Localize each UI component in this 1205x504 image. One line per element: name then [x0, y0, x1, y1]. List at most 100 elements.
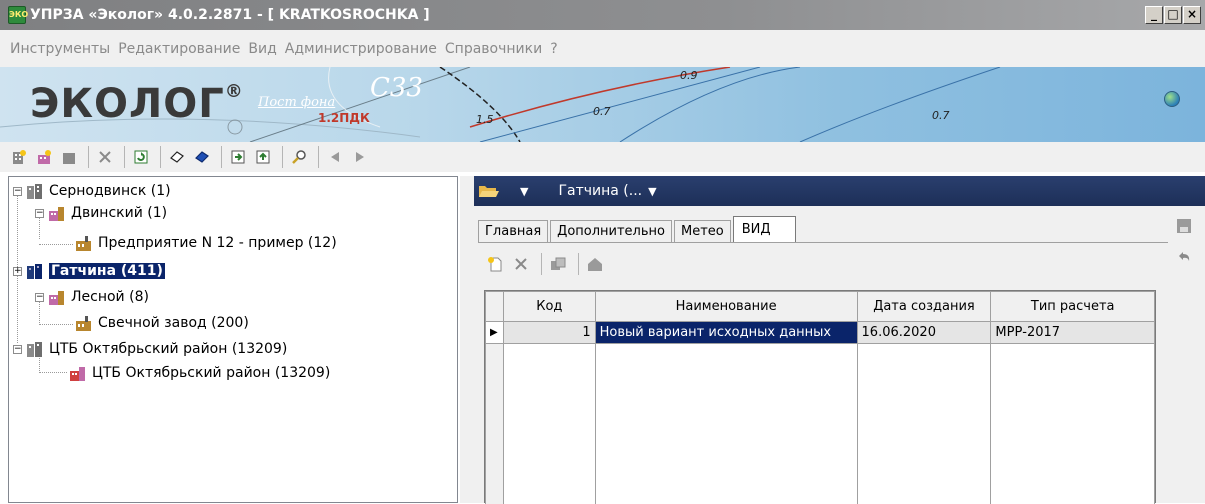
- menu-bar: Инструменты Редактирование Вид Администр…: [0, 30, 1205, 67]
- tree-node-enterprise[interactable]: Предприятие N 12 - пример (12): [75, 233, 337, 253]
- pane-splitter[interactable]: [460, 176, 474, 503]
- tree-node-district[interactable]: − Двинский (1): [35, 203, 167, 223]
- tree-node-label: ЦТБ Октябрьский район (13209): [92, 365, 331, 381]
- details-title: Гатчина (...: [558, 183, 643, 199]
- open-book-button[interactable]: [166, 146, 188, 168]
- row-cursor-indicator: ▶: [485, 321, 504, 344]
- empty-grid-area: [485, 343, 1155, 504]
- tab-meteo[interactable]: Метео: [673, 220, 731, 242]
- delete-icon: [99, 151, 111, 163]
- details-header: ▼ Гатчина (... ▼: [474, 176, 1205, 206]
- back-arrow-icon: [331, 152, 339, 162]
- menu-tools[interactable]: Инструменты: [10, 41, 110, 57]
- banner-map-label-07b: 0.7: [932, 109, 950, 122]
- banner-pdk-label: 1.2ПДК: [318, 111, 370, 125]
- tree-pane[interactable]: − Сернодвинск (1) − Двинский (1) Предпри…: [8, 176, 458, 503]
- details-pane: ▼ Гатчина (... ▼ Главная Дополнительно М…: [474, 176, 1205, 504]
- tree-node-label: Сернодвинск (1): [49, 183, 171, 199]
- menu-references[interactable]: Справочники: [445, 41, 542, 57]
- column-header-code[interactable]: Код: [502, 291, 596, 322]
- tab-strip: Главная Дополнительно Метео ВИД: [478, 216, 798, 242]
- refresh-button[interactable]: [130, 146, 152, 168]
- table-row[interactable]: ▶ 1 Новый вариант исходных данных 16.06.…: [485, 321, 1155, 344]
- export-button[interactable]: [252, 146, 274, 168]
- tree-connector: [39, 244, 73, 245]
- column-header-type[interactable]: Тип расчета: [990, 291, 1155, 322]
- refresh-icon: [134, 150, 148, 164]
- empty-cell: [990, 343, 1155, 504]
- banner-map-label-09: 0.9: [680, 69, 698, 82]
- globe-icon[interactable]: [1164, 91, 1180, 107]
- tab-vid[interactable]: ВИД: [732, 216, 796, 242]
- back-button[interactable]: [324, 146, 346, 168]
- open-folder-icon[interactable]: [478, 183, 500, 199]
- search-button[interactable]: [288, 146, 310, 168]
- variant-action-button[interactable]: [584, 253, 606, 275]
- menu-view[interactable]: Вид: [248, 41, 276, 57]
- cell-code[interactable]: 1: [502, 321, 596, 344]
- menu-help[interactable]: ?: [550, 41, 557, 57]
- tree-node-enterprise[interactable]: Свечной завод (200): [75, 313, 249, 333]
- add-city-button[interactable]: [8, 146, 30, 168]
- title-bar: ЭКО УПРЗА «Эколог» 4.0.2.2871 - [ KRATKO…: [0, 0, 1205, 30]
- tree-connector: [39, 372, 67, 373]
- enterprise-factory-icon: [76, 316, 91, 331]
- tree-node-city[interactable]: − ЦТБ Октябрьский район (13209): [13, 339, 287, 359]
- expand-toggle[interactable]: +: [13, 266, 22, 276]
- tab-additional[interactable]: Дополнительно: [550, 220, 672, 242]
- empty-cell: [502, 343, 596, 504]
- add-city-icon: [13, 150, 26, 164]
- close-button[interactable]: ×: [1183, 6, 1201, 24]
- forward-button[interactable]: [349, 146, 371, 168]
- city-building-icon: [27, 184, 42, 199]
- tree-node-city[interactable]: − Сернодвинск (1): [13, 181, 171, 201]
- variants-grid[interactable]: Код Наименование Дата создания Тип расче…: [484, 290, 1156, 504]
- collapse-toggle[interactable]: −: [35, 208, 44, 218]
- menu-edit[interactable]: Редактирование: [118, 41, 240, 57]
- banner-map-label-15: 1.5: [476, 113, 494, 126]
- forward-arrow-icon: [356, 152, 364, 162]
- new-variant-button[interactable]: [484, 253, 506, 275]
- toolbar-separator: [160, 146, 161, 168]
- collapse-toggle[interactable]: −: [35, 292, 44, 302]
- tree-node-district[interactable]: − Лесной (8): [35, 287, 149, 307]
- column-header-date[interactable]: Дата создания: [856, 291, 992, 322]
- delete-button[interactable]: [94, 146, 116, 168]
- undo-icon[interactable]: [1176, 250, 1192, 266]
- city-building-icon: [27, 342, 42, 357]
- add-district-button[interactable]: [33, 146, 55, 168]
- banner-postfona-label: Пост фона: [258, 95, 336, 110]
- tree-connector: [39, 324, 73, 325]
- title-dropdown-arrow[interactable]: ▼: [648, 185, 656, 198]
- city-building-icon: [27, 264, 42, 279]
- tree-node-city-selected[interactable]: + Гатчина (411): [13, 261, 165, 281]
- save-icon[interactable]: [1176, 218, 1192, 234]
- copy-icon: [551, 257, 566, 270]
- app-icon: ЭКО: [8, 6, 28, 24]
- copy-variant-button[interactable]: [547, 253, 569, 275]
- add-enterprise-button[interactable]: [58, 146, 80, 168]
- tree-node-district[interactable]: ЦТБ Октябрьский район (13209): [69, 363, 330, 383]
- cell-name[interactable]: Новый вариант исходных данных: [594, 321, 858, 344]
- cell-type[interactable]: МРР-2017: [990, 321, 1155, 344]
- banner-map-label-07: 0.7: [593, 105, 611, 118]
- import-icon: [231, 150, 245, 164]
- maximize-button[interactable]: □: [1164, 6, 1182, 24]
- collapse-toggle[interactable]: −: [13, 344, 22, 354]
- delete-variant-button[interactable]: [510, 253, 532, 275]
- empty-cell: [485, 343, 504, 504]
- add-district-icon: [38, 150, 51, 164]
- minimize-button[interactable]: _: [1145, 6, 1163, 24]
- delete-icon: [515, 258, 527, 270]
- cell-date[interactable]: 16.06.2020: [856, 321, 992, 344]
- column-header-name[interactable]: Наименование: [594, 291, 858, 322]
- tree-node-label: ЦТБ Октябрьский район (13209): [49, 341, 288, 357]
- toolbar-separator: [282, 146, 283, 168]
- menu-admin[interactable]: Администрирование: [285, 41, 437, 57]
- tree-node-label: Свечной завод (200): [98, 315, 249, 331]
- collapse-toggle[interactable]: −: [13, 186, 22, 196]
- tab-main[interactable]: Главная: [478, 220, 549, 242]
- import-button[interactable]: [227, 146, 249, 168]
- folder-dropdown-arrow[interactable]: ▼: [520, 185, 528, 198]
- book-button[interactable]: [191, 146, 213, 168]
